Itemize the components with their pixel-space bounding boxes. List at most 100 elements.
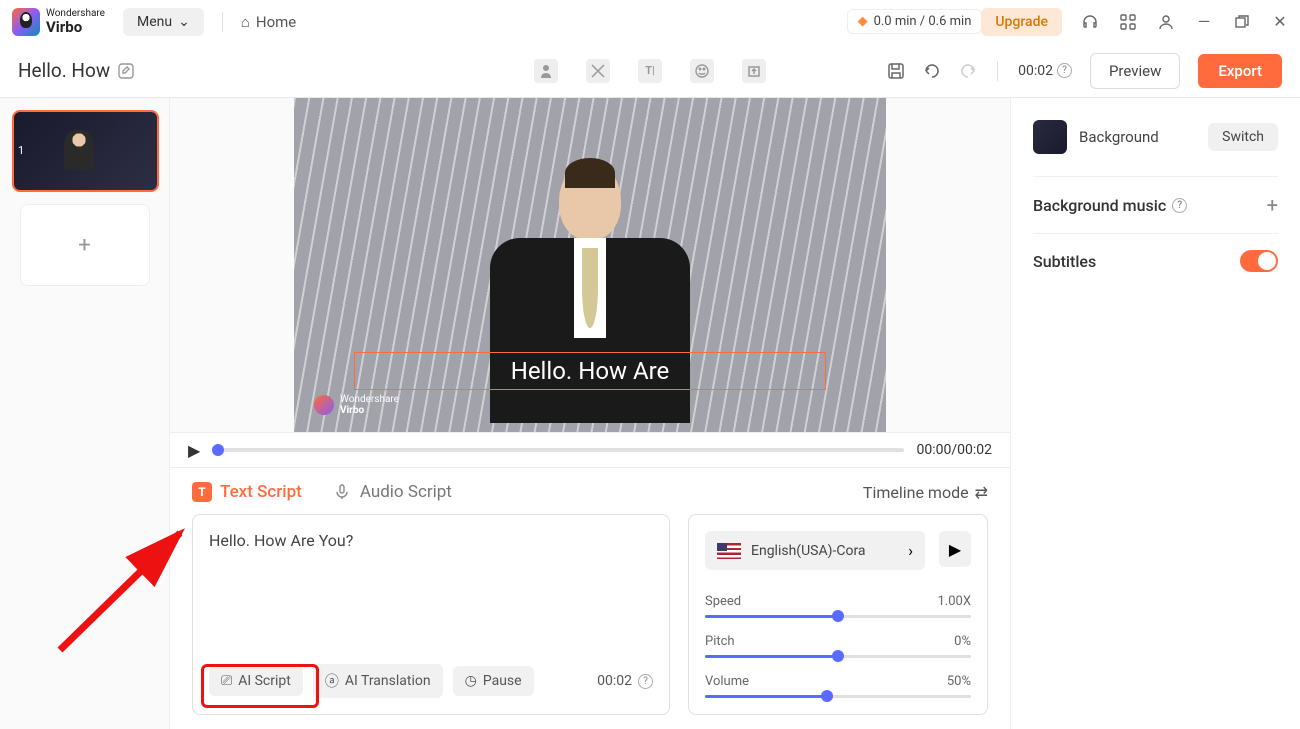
- progress-bar[interactable]: [212, 448, 904, 452]
- timeline-mode-label: Timeline mode: [863, 483, 969, 502]
- pitch-label: Pitch: [705, 634, 735, 649]
- voice-panel: English(USA)-Cora › ▶ Speed1.00X Pitch0%: [688, 514, 988, 715]
- help-icon[interactable]: ?: [1172, 198, 1187, 213]
- menu-button[interactable]: Menu ⌄: [123, 8, 204, 36]
- slider-knob[interactable]: [821, 690, 833, 702]
- subtitles-label: Subtitles: [1033, 252, 1096, 271]
- video-canvas[interactable]: Hello. How Are WondershareVirbo: [294, 98, 886, 432]
- app-logo: Wondershare Virbo: [12, 8, 105, 36]
- project-title: Hello. How: [18, 59, 134, 82]
- upload-tool-icon[interactable]: [742, 59, 766, 83]
- speed-slider-row: Speed 1.00X: [705, 594, 971, 618]
- title-bar: Wondershare Virbo Menu ⌄ ⌂ Home ◆ 0.0 mi…: [0, 0, 1300, 44]
- pause-button[interactable]: ◷ Pause: [453, 666, 534, 696]
- chevron-right-icon: ›: [908, 541, 913, 560]
- ai-translation-button[interactable]: ⓐ AI Translation: [313, 664, 443, 698]
- scene-thumbnail[interactable]: 1: [12, 110, 159, 192]
- template-tool-icon[interactable]: [586, 59, 610, 83]
- diamond-icon: ◆: [858, 14, 868, 29]
- minimize-icon[interactable]: —: [1196, 14, 1212, 30]
- avatar-tool-icon[interactable]: [534, 59, 558, 83]
- add-music-button[interactable]: +: [1267, 193, 1278, 217]
- help-icon[interactable]: ?: [1057, 63, 1072, 78]
- voice-play-button[interactable]: ▶: [939, 531, 971, 567]
- maximize-icon[interactable]: [1234, 14, 1250, 30]
- divider: [997, 61, 998, 81]
- subtitle-overlay[interactable]: Hello. How Are: [354, 352, 826, 390]
- right-tools: 00:02 ? Preview Export: [887, 53, 1282, 89]
- text-tool-icon[interactable]: T|: [638, 59, 662, 83]
- watermark-logo-icon: [314, 395, 334, 415]
- slider-knob[interactable]: [832, 610, 844, 622]
- volume-slider[interactable]: [705, 695, 971, 698]
- progress-knob[interactable]: [212, 444, 224, 456]
- script-textarea[interactable]: Hello. How Are You?: [209, 531, 653, 664]
- save-icon[interactable]: [887, 62, 905, 80]
- voice-selector[interactable]: English(USA)-Cora ›: [705, 531, 925, 570]
- script-panel: T Text Script Audio Script Timeline mode…: [170, 467, 1010, 729]
- voice-name: English(USA)-Cora: [751, 543, 898, 559]
- bg-music-section: Background music ? +: [1033, 176, 1278, 233]
- home-icon: ⌂: [241, 13, 250, 31]
- main-area: 1 + Hello. How Are WondershareVirbo ▶ 00…: [0, 98, 1300, 729]
- center-panel: Hello. How Are WondershareVirbo ▶ 00:00/…: [170, 98, 1010, 729]
- export-button[interactable]: Export: [1198, 54, 1282, 88]
- slider-knob[interactable]: [832, 650, 844, 662]
- speed-value: 1.00X: [938, 594, 972, 609]
- speed-label: Speed: [705, 594, 741, 609]
- clock-icon: ◷: [465, 673, 477, 689]
- home-link[interactable]: ⌂ Home: [241, 13, 296, 31]
- swap-icon: ⇄: [975, 483, 988, 502]
- pitch-slider[interactable]: [705, 655, 971, 658]
- ai-script-button[interactable]: ⎚ AI Script: [209, 666, 303, 696]
- script-actions: ⎚ AI Script ⓐ AI Translation ◷ Pause 0: [209, 664, 653, 698]
- speed-slider[interactable]: [705, 615, 971, 618]
- playback-controls: ▶ 00:00/00:02: [170, 432, 1010, 467]
- close-icon[interactable]: ✕: [1272, 14, 1288, 30]
- window-controls: — ✕: [1082, 14, 1288, 30]
- scene-sidebar: 1 +: [0, 98, 170, 729]
- background-thumbnail[interactable]: [1033, 120, 1067, 154]
- divider: [222, 12, 223, 32]
- pause-label: Pause: [483, 673, 522, 689]
- menu-label: Menu: [137, 14, 172, 30]
- duration-label: 00:02 ?: [1018, 63, 1072, 79]
- volume-label: Volume: [705, 674, 749, 689]
- tab-audio-script[interactable]: Audio Script: [332, 482, 452, 502]
- preview-button[interactable]: Preview: [1090, 53, 1180, 89]
- watermark: WondershareVirbo: [314, 394, 399, 416]
- redo-icon[interactable]: [959, 62, 977, 80]
- user-icon[interactable]: [1158, 14, 1174, 30]
- tab-label: Audio Script: [360, 482, 452, 502]
- volume-slider-row: Volume50%: [705, 674, 971, 698]
- tab-label: Text Script: [220, 482, 302, 502]
- tab-text-script[interactable]: T Text Script: [192, 482, 302, 502]
- logo-text: Wondershare Virbo: [46, 8, 105, 36]
- properties-panel: Background Switch Background music ? + S…: [1010, 98, 1300, 729]
- undo-icon[interactable]: [923, 62, 941, 80]
- timeline-mode-toggle[interactable]: Timeline mode ⇄: [863, 483, 988, 502]
- script-duration: 00:02 ?: [597, 673, 653, 689]
- voice-sliders: Speed1.00X Pitch0% Volume50%: [705, 588, 971, 698]
- logo-icon: [12, 8, 40, 36]
- edit-icon[interactable]: [118, 63, 134, 79]
- play-button[interactable]: ▶: [188, 441, 200, 460]
- avatar-figure: [470, 162, 710, 432]
- sticker-tool-icon[interactable]: [690, 59, 714, 83]
- chevron-down-icon: ⌄: [178, 14, 190, 30]
- add-scene-button[interactable]: +: [20, 204, 150, 286]
- upgrade-button[interactable]: Upgrade: [981, 8, 1062, 36]
- project-title-text: Hello. How: [18, 59, 110, 82]
- translation-icon: ⓐ: [325, 671, 339, 691]
- ai-script-icon: ⎚: [221, 673, 232, 689]
- flag-us-icon: [717, 543, 741, 559]
- subtitles-toggle[interactable]: [1240, 250, 1278, 272]
- headset-icon[interactable]: [1082, 14, 1098, 30]
- mic-icon: [332, 482, 352, 502]
- credits-text: 0.0 min / 0.6 min: [874, 14, 972, 29]
- help-icon[interactable]: ?: [638, 674, 653, 689]
- background-label: Background: [1079, 128, 1196, 146]
- apps-icon[interactable]: [1120, 14, 1136, 30]
- background-switch-button[interactable]: Switch: [1208, 123, 1278, 151]
- ai-translation-label: AI Translation: [345, 673, 431, 689]
